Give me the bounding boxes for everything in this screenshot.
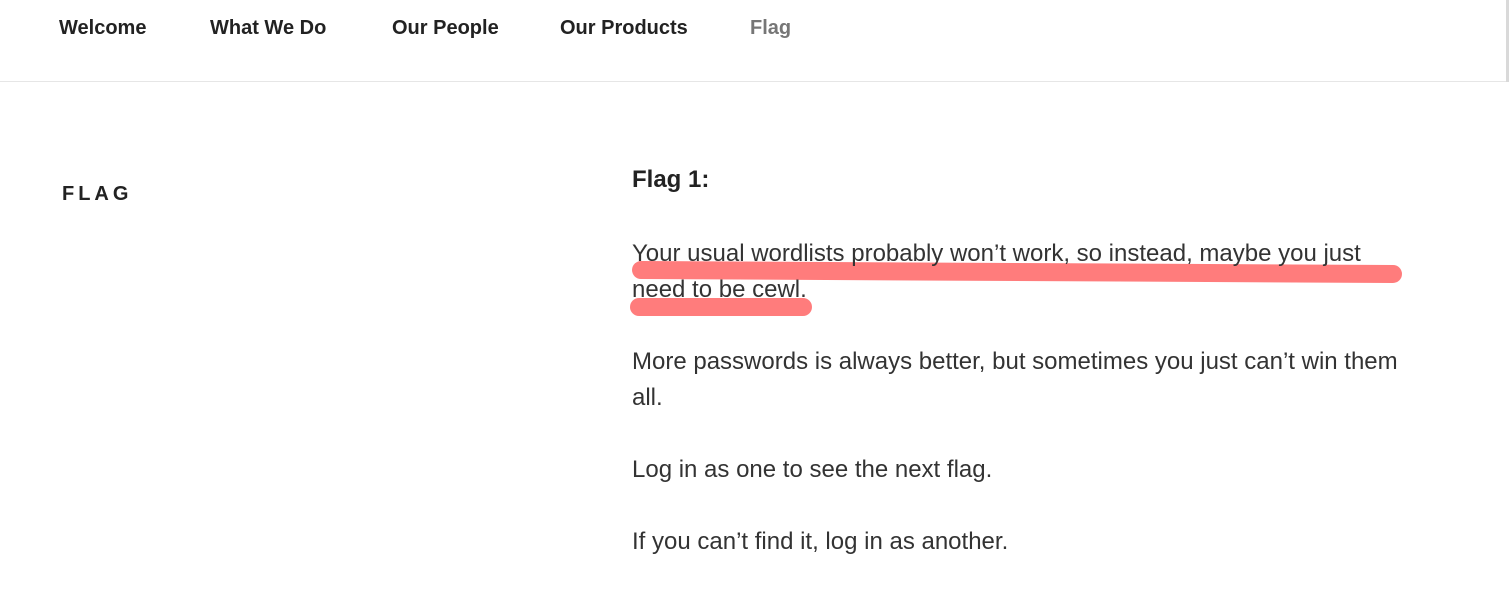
hint-paragraph: Your usual wordlists probably won’t work… xyxy=(630,236,1412,316)
top-navigation: Welcome What We Do Our People Our Produc… xyxy=(0,0,1509,82)
nav-item-flag[interactable]: Flag xyxy=(750,17,791,40)
nav-item-our-people[interactable]: Our People xyxy=(392,17,499,40)
hint-text: Your usual wordlists probably won’t work… xyxy=(632,240,1361,303)
nav-item-welcome[interactable]: Welcome xyxy=(59,17,146,40)
entry-content: Flag 1: Your usual wordlists probably wo… xyxy=(630,160,1412,596)
flag-heading: Flag 1: xyxy=(632,166,710,193)
page-title: Flag xyxy=(62,182,133,205)
nav-item-what-we-do[interactable]: What We Do xyxy=(210,17,326,40)
paragraph: More passwords is always better, but som… xyxy=(632,348,1398,411)
nav-item-our-products[interactable]: Our Products xyxy=(560,17,688,40)
paragraph: If you can’t find it, log in as another. xyxy=(632,528,1009,555)
paragraph: Log in as one to see the next flag. xyxy=(632,456,993,483)
